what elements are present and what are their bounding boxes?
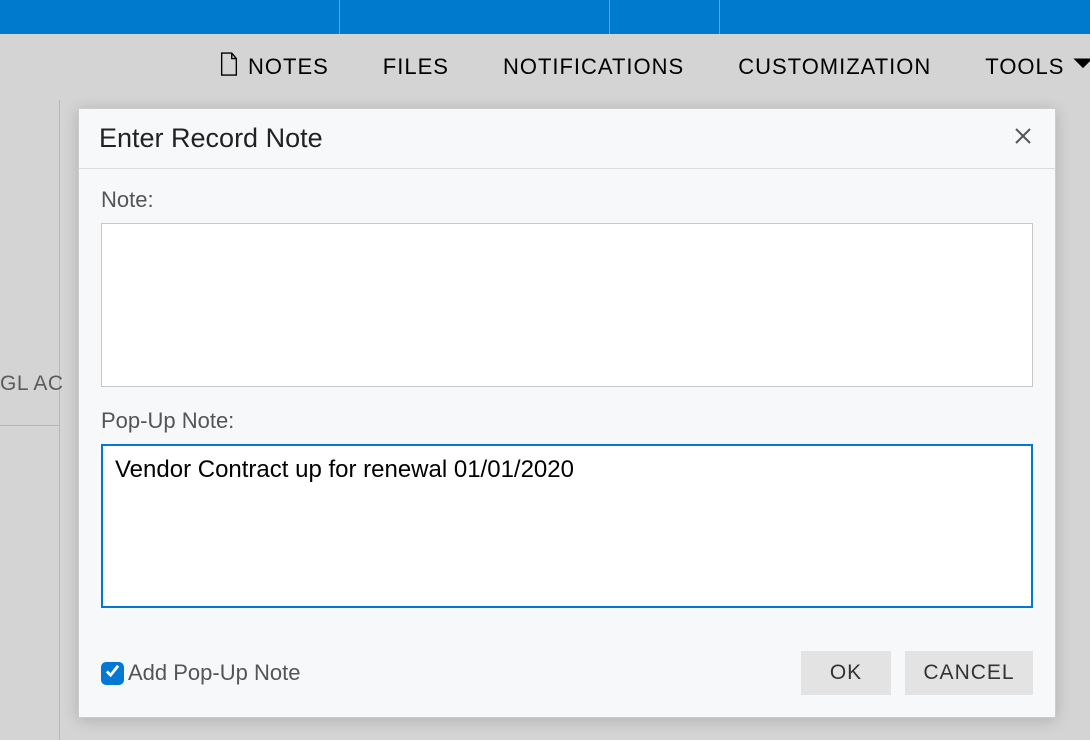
enter-record-note-dialog: Enter Record Note Note: Pop-Up Note: — [78, 108, 1056, 718]
dialog-header: Enter Record Note — [79, 109, 1055, 169]
tab-label: NOTIFICATIONS — [503, 54, 684, 80]
tab-customization[interactable]: CUSTOMIZATION — [738, 54, 931, 80]
popup-note-field-label: Pop-Up Note: — [101, 408, 1033, 434]
dialog-close-button[interactable] — [1009, 125, 1037, 153]
tab-notifications[interactable]: NOTIFICATIONS — [503, 54, 684, 80]
tab-notes[interactable]: NOTES — [218, 51, 329, 83]
sidebar-truncated-label: GL AC — [0, 372, 64, 396]
tab-label: NOTES — [248, 54, 329, 80]
tab-label: TOOLS — [985, 54, 1064, 80]
tab-label: CUSTOMIZATION — [738, 54, 931, 80]
page-body: GL AC Enter Record Note Note: Pop-Up Not… — [0, 100, 1090, 740]
tab-files[interactable]: FILES — [383, 54, 449, 80]
topbar-segment — [610, 0, 720, 34]
sidebar-divider — [0, 100, 60, 740]
tab-label: FILES — [383, 54, 449, 80]
dialog-footer: Add Pop-Up Note OK CANCEL — [101, 651, 1033, 695]
dialog-title: Enter Record Note — [99, 123, 323, 154]
dialog-footer-buttons: OK CANCEL — [801, 651, 1033, 695]
caret-down-icon — [1072, 51, 1090, 83]
topbar-segment — [0, 0, 340, 34]
top-app-bar — [0, 0, 1090, 34]
record-tab-strip: NOTES FILES NOTIFICATIONS CUSTOMIZATION … — [0, 34, 1090, 100]
tab-tools[interactable]: TOOLS — [985, 51, 1090, 83]
add-popup-note-checkbox[interactable] — [101, 662, 124, 685]
note-textarea[interactable] — [101, 223, 1033, 387]
popup-note-textarea[interactable] — [101, 444, 1033, 608]
check-icon — [105, 663, 120, 683]
cancel-button[interactable]: CANCEL — [905, 651, 1033, 695]
content-divider — [0, 425, 60, 426]
dialog-body: Note: Pop-Up Note: — [79, 169, 1055, 613]
ok-button[interactable]: OK — [801, 651, 891, 695]
topbar-segment — [340, 0, 610, 34]
note-field-label: Note: — [101, 187, 1033, 213]
add-popup-note-checkbox-wrap[interactable]: Add Pop-Up Note — [101, 660, 300, 686]
add-popup-note-label: Add Pop-Up Note — [128, 660, 300, 686]
document-icon — [218, 51, 240, 83]
close-icon — [1013, 126, 1033, 151]
